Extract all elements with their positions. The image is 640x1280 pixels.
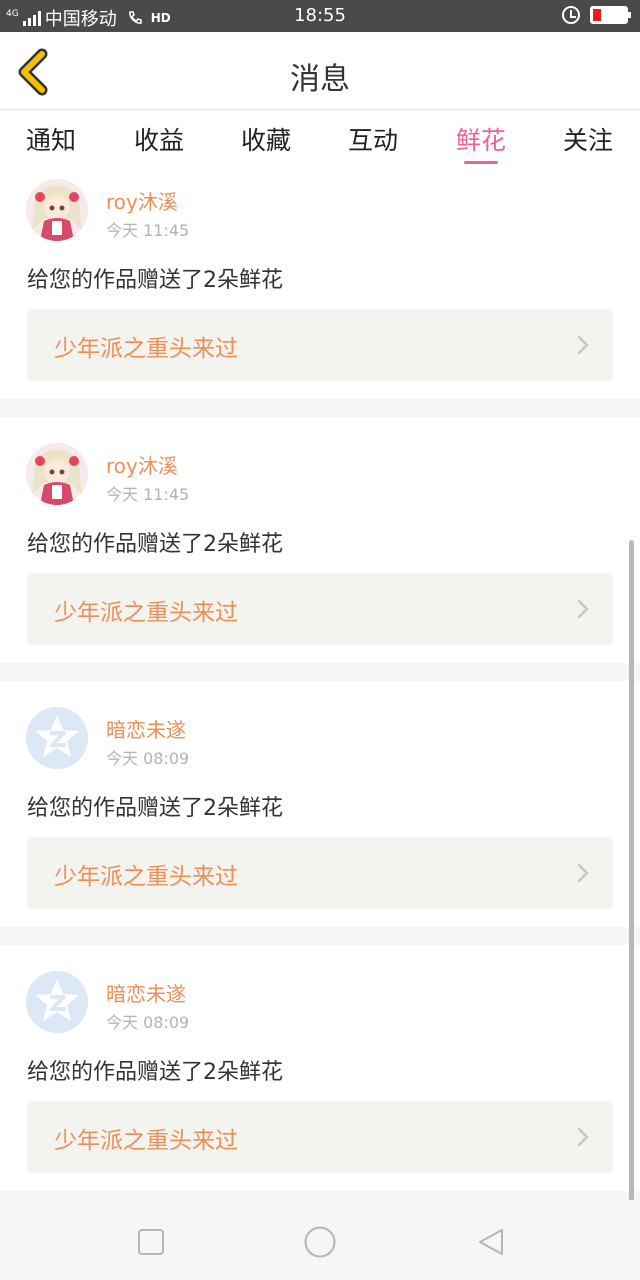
status-bar: 4G 中国移动 HD 18:55 [0, 0, 640, 32]
anime-girl-avatar-icon [26, 443, 88, 505]
message-text: 给您的作品赠送了2朵鲜花 [27, 268, 283, 293]
work-link[interactable]: 少年派之重头来过 [27, 837, 613, 909]
alarm-icon [562, 6, 580, 24]
tab-flowers[interactable]: 鲜花 [456, 121, 506, 157]
chevron-right-icon [577, 1127, 589, 1147]
home-icon[interactable] [303, 1225, 337, 1259]
tab-earnings[interactable]: 收益 [134, 121, 184, 157]
battery-low-icon [590, 6, 631, 24]
back-icon[interactable] [476, 1227, 506, 1257]
tab-notifications[interactable]: 通知 [26, 121, 76, 157]
user-avatar[interactable] [26, 707, 88, 769]
work-link[interactable]: 少年派之重头来过 [27, 1101, 613, 1173]
message-card: 暗恋未遂 今天 08:09 给您的作品赠送了2朵鲜花 少年派之重头来过 [0, 945, 640, 1191]
message-card: roy沐溪 今天 11:45 给您的作品赠送了2朵鲜花 少年派之重头来过 [0, 417, 640, 663]
message-text: 给您的作品赠送了2朵鲜花 [27, 532, 283, 557]
work-title: 少年派之重头来过 [54, 864, 238, 890]
chevron-right-icon [577, 335, 589, 355]
top-app-bar: 消息 [0, 32, 640, 110]
message-time: 今天 08:09 [106, 1013, 190, 1032]
username[interactable]: 暗恋未遂 [106, 978, 186, 1007]
message-text: 给您的作品赠送了2朵鲜花 [27, 796, 283, 821]
status-time: 18:55 [294, 5, 346, 26]
work-link[interactable]: 少年派之重头来过 [27, 573, 613, 645]
tab-bar: 通知 收益 收藏 互动 鲜花 关注 [0, 111, 640, 167]
message-card: roy沐溪 今天 11:45 给您的作品赠送了2朵鲜花 少年派之重头来过 [0, 167, 640, 399]
username[interactable]: 暗恋未遂 [106, 714, 186, 743]
tab-favorites[interactable]: 收藏 [241, 121, 291, 157]
work-title: 少年派之重头来过 [54, 336, 238, 362]
default-z-avatar-icon [26, 971, 88, 1033]
work-title: 少年派之重头来过 [54, 600, 238, 626]
active-tab-indicator [464, 161, 498, 164]
chevron-right-icon [577, 863, 589, 883]
message-card: 暗恋未遂 今天 08:09 给您的作品赠送了2朵鲜花 少年派之重头来过 [0, 681, 640, 927]
work-title: 少年派之重头来过 [54, 1128, 238, 1154]
recent-apps-icon[interactable] [136, 1227, 166, 1257]
default-z-avatar-icon [26, 707, 88, 769]
work-link[interactable]: 少年派之重头来过 [27, 309, 613, 381]
scrollbar[interactable] [629, 540, 634, 1205]
message-text: 给您的作品赠送了2朵鲜花 [27, 1060, 283, 1085]
message-time: 今天 11:45 [106, 485, 190, 504]
message-time: 今天 11:45 [106, 221, 190, 240]
page-title: 消息 [290, 62, 350, 97]
tab-following[interactable]: 关注 [563, 121, 613, 157]
user-avatar[interactable] [26, 971, 88, 1033]
username[interactable]: roy沐溪 [106, 186, 178, 215]
user-avatar[interactable] [26, 179, 88, 241]
tab-interactions[interactable]: 互动 [348, 121, 398, 157]
chevron-right-icon [577, 599, 589, 619]
system-nav-bar [0, 1200, 640, 1280]
username[interactable]: roy沐溪 [106, 450, 178, 479]
user-avatar[interactable] [26, 443, 88, 505]
anime-girl-avatar-icon [26, 179, 88, 241]
message-time: 今天 08:09 [106, 749, 190, 768]
